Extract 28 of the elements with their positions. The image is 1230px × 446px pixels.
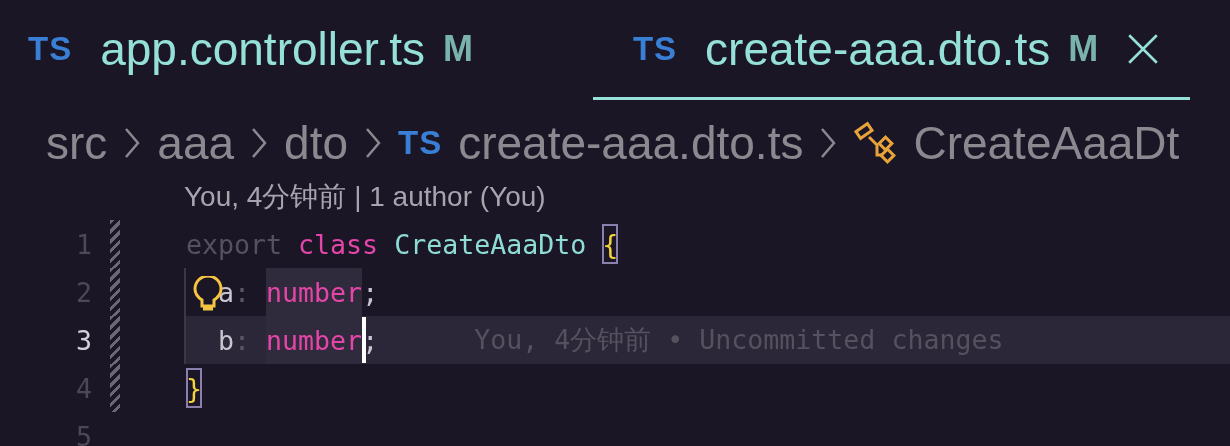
code-token: number (266, 316, 363, 364)
chevron-icon (819, 126, 838, 160)
code-token: number (266, 268, 363, 316)
breadcrumb-item[interactable]: dto (284, 116, 349, 170)
breadcrumb-item[interactable]: CreateAaaDt (913, 116, 1180, 170)
breadcrumb-item[interactable]: aaa (157, 116, 235, 170)
line-number: 3 (75, 324, 92, 356)
chevron-icon (123, 126, 142, 160)
code-token: export (186, 227, 284, 262)
editor-tab[interactable]: TS create-aaa.dto.ts M (592, 0, 1191, 100)
codelens-text[interactable]: You, 4分钟前 | 1 author (You) (184, 178, 546, 216)
editor-tab[interactable]: TS app.controller.ts M (0, 0, 493, 100)
matched-brace: { (602, 224, 619, 264)
code-token: a (218, 275, 235, 310)
breadcrumb-item[interactable]: src (46, 116, 108, 170)
breadcrumb-item[interactable]: create-aaa.dto.ts (458, 116, 804, 170)
typescript-icon: TS (398, 124, 443, 162)
code-token: b (218, 323, 235, 358)
chevron-icon (250, 126, 269, 160)
code-token: : (234, 275, 252, 310)
class-symbol-icon (853, 121, 898, 165)
chevron-icon (364, 126, 383, 160)
code-token: : (234, 323, 252, 358)
matched-brace: } (186, 368, 202, 408)
code-token: class (298, 227, 380, 262)
code-token: ; (362, 275, 379, 310)
code-token: ; (362, 323, 379, 358)
code-token: CreateAaaDto (394, 227, 588, 262)
